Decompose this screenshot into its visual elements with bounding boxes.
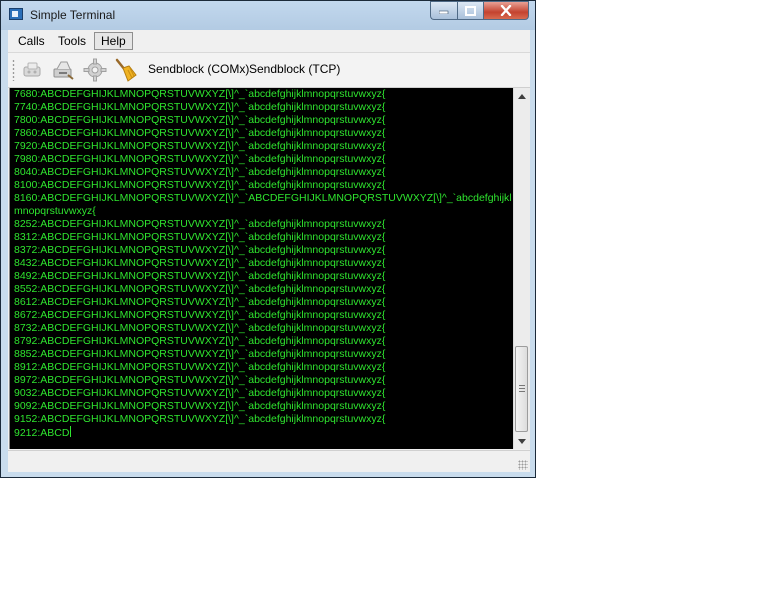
terminal-line: 8160:ABCDEFGHIJKLMNOPQRSTUVWXYZ[\]^_`ABC…	[14, 192, 512, 204]
terminal-lines: 7680:ABCDEFGHIJKLMNOPQRSTUVWXYZ[\]^_`abc…	[14, 88, 512, 439]
sendblock-com-button[interactable]: Sendblock (COMx)	[148, 62, 249, 76]
terminal-output[interactable]: 7680:ABCDEFGHIJKLMNOPQRSTUVWXYZ[\]^_`abc…	[9, 88, 513, 449]
terminal-line: 7800:ABCDEFGHIJKLMNOPQRSTUVWXYZ[\]^_`abc…	[14, 114, 386, 126]
terminal-line: 8912:ABCDEFGHIJKLMNOPQRSTUVWXYZ[\]^_`abc…	[14, 361, 386, 373]
terminal-line: 8852:ABCDEFGHIJKLMNOPQRSTUVWXYZ[\]^_`abc…	[14, 348, 386, 360]
scroll-thumb-grip	[519, 385, 525, 394]
close-icon	[500, 5, 512, 16]
terminal-line: 8792:ABCDEFGHIJKLMNOPQRSTUVWXYZ[\]^_`abc…	[14, 335, 386, 347]
maximize-button[interactable]	[457, 1, 483, 20]
terminal-line: 9212:ABCD	[14, 426, 509, 439]
terminal-line: 8492:ABCDEFGHIJKLMNOPQRSTUVWXYZ[\]^_`abc…	[14, 270, 386, 282]
resize-grip[interactable]	[518, 460, 528, 470]
scroll-up-button[interactable]	[514, 88, 530, 104]
scroll-down-icon	[518, 438, 526, 444]
client-area: Calls Tools Help Sendblock (COMx) Sendbl…	[8, 30, 530, 472]
terminal-line: 9032:ABCDEFGHIJKLMNOPQRSTUVWXYZ[\]^_`abc…	[14, 387, 386, 399]
scroll-thumb[interactable]	[515, 346, 528, 432]
terminal-line: 8432:ABCDEFGHIJKLMNOPQRSTUVWXYZ[\]^_`abc…	[14, 257, 386, 269]
app-icon	[9, 8, 23, 20]
maximize-icon	[465, 5, 476, 16]
terminal-line: 8100:ABCDEFGHIJKLMNOPQRSTUVWXYZ[\]^_`abc…	[14, 179, 386, 191]
terminal-line: 7740:ABCDEFGHIJKLMNOPQRSTUVWXYZ[\]^_`abc…	[14, 101, 386, 113]
minimize-button[interactable]	[430, 1, 457, 20]
scroll-up-icon	[518, 93, 526, 99]
menu-help[interactable]: Help	[94, 32, 133, 50]
terminal-line: 8972:ABCDEFGHIJKLMNOPQRSTUVWXYZ[\]^_`abc…	[14, 374, 386, 386]
toolbar-grip[interactable]	[12, 59, 15, 81]
disconnect-icon[interactable]	[50, 57, 76, 83]
menu-calls[interactable]: Calls	[12, 32, 51, 50]
app-window: Simple Terminal Calls Tools Help Sendblo…	[0, 0, 536, 478]
title-bar[interactable]: Simple Terminal	[1, 1, 535, 30]
terminal-line: 8312:ABCDEFGHIJKLMNOPQRSTUVWXYZ[\]^_`abc…	[14, 231, 386, 243]
terminal-line: 7680:ABCDEFGHIJKLMNOPQRSTUVWXYZ[\]^_`abc…	[14, 88, 386, 100]
status-bar	[8, 450, 530, 472]
sendblock-tcp-button[interactable]: Sendblock (TCP)	[249, 62, 340, 76]
window-title: Simple Terminal	[30, 8, 116, 22]
minimize-icon	[439, 10, 449, 14]
terminal-line: 8672:ABCDEFGHIJKLMNOPQRSTUVWXYZ[\]^_`abc…	[14, 309, 386, 321]
toolbar: Sendblock (COMx) Sendblock (TCP)	[8, 53, 530, 88]
vertical-scrollbar[interactable]	[513, 88, 530, 449]
terminal-line: 7920:ABCDEFGHIJKLMNOPQRSTUVWXYZ[\]^_`abc…	[14, 140, 386, 152]
connect-icon[interactable]	[20, 57, 46, 83]
terminal-line: 7860:ABCDEFGHIJKLMNOPQRSTUVWXYZ[\]^_`abc…	[14, 127, 386, 139]
caption-buttons	[430, 1, 529, 20]
terminal-line: 8552:ABCDEFGHIJKLMNOPQRSTUVWXYZ[\]^_`abc…	[14, 283, 386, 295]
menu-tools[interactable]: Tools	[52, 32, 92, 50]
terminal-line: 8612:ABCDEFGHIJKLMNOPQRSTUVWXYZ[\]^_`abc…	[14, 296, 386, 308]
scroll-down-button[interactable]	[514, 433, 530, 449]
terminal-line: mnopqrstuvwxyz{	[14, 205, 96, 217]
terminal-line: 9152:ABCDEFGHIJKLMNOPQRSTUVWXYZ[\]^_`abc…	[14, 413, 386, 425]
terminal-line: 9092:ABCDEFGHIJKLMNOPQRSTUVWXYZ[\]^_`abc…	[14, 400, 386, 412]
terminal-line: 7980:ABCDEFGHIJKLMNOPQRSTUVWXYZ[\]^_`abc…	[14, 153, 386, 165]
close-button[interactable]	[483, 1, 529, 20]
menu-bar: Calls Tools Help	[8, 30, 530, 53]
settings-gear-icon[interactable]	[82, 57, 108, 83]
clear-broom-icon[interactable]	[112, 57, 138, 83]
terminal-line: 8372:ABCDEFGHIJKLMNOPQRSTUVWXYZ[\]^_`abc…	[14, 244, 386, 256]
terminal-line: 8040:ABCDEFGHIJKLMNOPQRSTUVWXYZ[\]^_`abc…	[14, 166, 386, 178]
terminal-line: 8252:ABCDEFGHIJKLMNOPQRSTUVWXYZ[\]^_`abc…	[14, 218, 386, 230]
terminal-line: 8732:ABCDEFGHIJKLMNOPQRSTUVWXYZ[\]^_`abc…	[14, 322, 386, 334]
